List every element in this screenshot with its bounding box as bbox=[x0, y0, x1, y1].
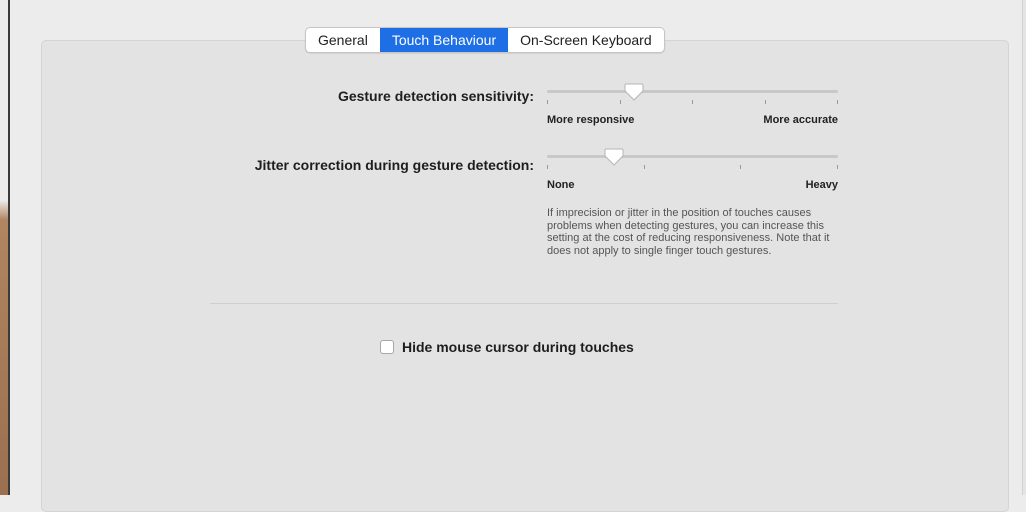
jitter-correction-slider[interactable] bbox=[547, 147, 838, 180]
hide-cursor-label: Hide mouse cursor during touches bbox=[402, 339, 634, 355]
hide-cursor-checkbox[interactable] bbox=[380, 340, 394, 354]
slider-knob[interactable] bbox=[603, 147, 625, 169]
gesture-min-label: More responsive bbox=[547, 114, 635, 126]
gesture-sensitivity-slider[interactable] bbox=[547, 82, 838, 115]
jitter-min-label: None bbox=[547, 179, 575, 191]
tab-bar: General Touch Behaviour On-Screen Keyboa… bbox=[305, 27, 665, 53]
jitter-correction-label: Jitter correction during gesture detecti… bbox=[254, 157, 534, 173]
slider-track bbox=[547, 90, 838, 93]
slider-tick bbox=[740, 165, 741, 169]
slider-track bbox=[547, 155, 838, 158]
slider-tick bbox=[692, 100, 693, 104]
window-right-edge bbox=[1022, 0, 1026, 495]
slider-tick bbox=[644, 165, 645, 169]
gesture-max-label: More accurate bbox=[763, 114, 838, 126]
tab-on-screen-keyboard[interactable]: On-Screen Keyboard bbox=[508, 28, 664, 52]
tab-content-panel bbox=[41, 40, 1009, 512]
tab-touch-behaviour[interactable]: Touch Behaviour bbox=[379, 28, 509, 52]
section-divider bbox=[210, 303, 838, 304]
jitter-max-label: Heavy bbox=[805, 179, 838, 191]
slider-tick bbox=[837, 100, 838, 104]
slider-tick bbox=[620, 100, 621, 104]
jitter-help-text: If imprecision or jitter in the position… bbox=[547, 207, 830, 257]
slider-knob[interactable] bbox=[623, 82, 645, 104]
slider-tick bbox=[547, 165, 548, 169]
slider-tick bbox=[547, 100, 548, 104]
hide-cursor-option[interactable]: Hide mouse cursor during touches bbox=[380, 338, 634, 356]
tab-general[interactable]: General bbox=[306, 28, 380, 52]
gesture-sensitivity-label: Gesture detection sensitivity: bbox=[337, 88, 534, 104]
slider-tick bbox=[765, 100, 766, 104]
window-border bbox=[8, 0, 10, 495]
slider-tick bbox=[837, 165, 838, 169]
